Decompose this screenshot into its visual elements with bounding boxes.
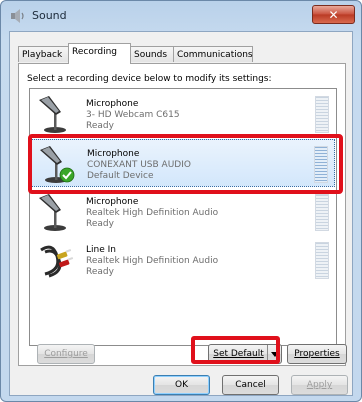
apply-label: Apply <box>306 380 333 390</box>
ok-button[interactable]: OK <box>153 375 210 395</box>
level-meter <box>315 96 329 133</box>
device-item[interactable]: Line In Realtek High Definition Audio Re… <box>31 236 335 284</box>
line-in-cable-icon <box>40 245 74 278</box>
title-bar[interactable]: Sound ✕ <box>1 1 361 31</box>
device-description: Realtek High Definition Audio <box>86 208 219 218</box>
instruction-text: Select a recording device below to modif… <box>27 74 272 84</box>
tab-playback[interactable]: Playback <box>18 46 69 62</box>
microphone-icon <box>39 194 66 231</box>
device-name: Microphone <box>86 99 139 109</box>
device-description: 3- HD Webcam C615 <box>86 110 180 120</box>
device-status: Ready <box>86 121 114 131</box>
device-list[interactable]: Microphone 3- HD Webcam C615 Ready Micro… <box>29 88 337 346</box>
device-status: Ready <box>86 267 114 277</box>
device-item[interactable]: Microphone 3- HD Webcam C615 Ready <box>31 90 335 138</box>
tab-recording[interactable]: Recording <box>68 43 131 64</box>
properties-label: Properties <box>294 349 340 359</box>
configure-button[interactable]: Configure <box>37 344 95 364</box>
tab-communications[interactable]: Communications <box>173 46 253 62</box>
window-title: Sound <box>32 9 67 22</box>
dialog-body: Playback Recording Sounds Communications… <box>9 31 353 396</box>
configure-label: Configure <box>44 349 88 359</box>
device-item[interactable]: Microphone Realtek High Definition Audio… <box>31 188 335 236</box>
cancel-button[interactable]: Cancel <box>222 375 279 395</box>
highlight-set-default <box>191 336 280 364</box>
device-name: Microphone <box>86 197 139 207</box>
tab-sounds[interactable]: Sounds <box>130 46 174 62</box>
highlight-selected-device <box>28 134 343 194</box>
speaker-icon <box>11 9 24 23</box>
level-meter <box>315 242 329 279</box>
properties-button[interactable]: Properties <box>287 344 347 364</box>
device-description: Realtek High Definition Audio <box>86 256 219 266</box>
recording-panel: Select a recording device below to modif… <box>18 63 347 366</box>
apply-button[interactable]: Apply <box>291 375 348 395</box>
device-name: Line In <box>86 245 116 255</box>
device-status: Ready <box>86 219 114 229</box>
close-button[interactable]: ✕ <box>312 5 355 24</box>
microphone-icon <box>39 96 66 133</box>
level-meter <box>315 194 329 231</box>
sound-dialog: Sound ✕ Playback Recording Sounds Commun… <box>0 0 362 402</box>
